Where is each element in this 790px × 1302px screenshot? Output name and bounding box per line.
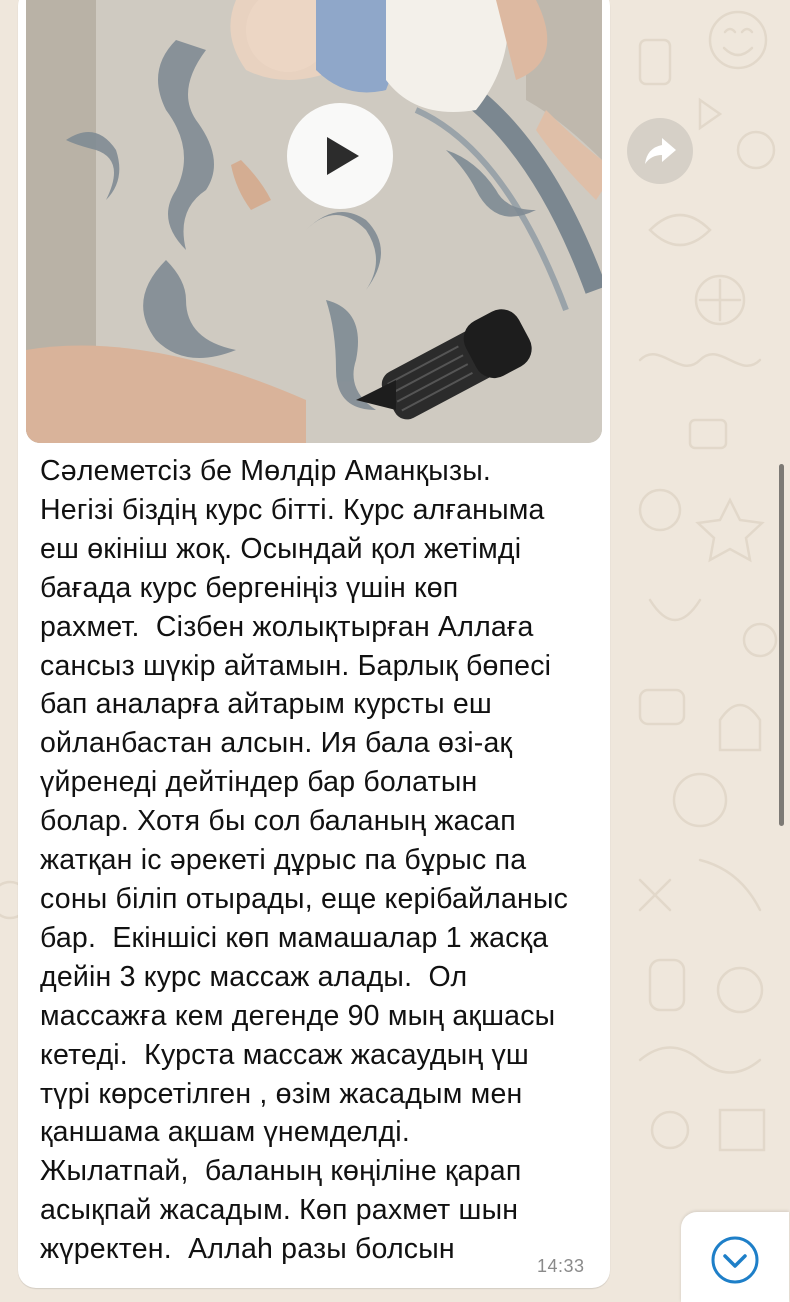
message-timestamp: 14:33 — [537, 1256, 585, 1276]
scrollbar-thumb[interactable] — [779, 464, 784, 826]
forward-icon — [645, 138, 676, 164]
play-button[interactable] — [287, 103, 393, 209]
chevron-down-icon — [711, 1236, 759, 1284]
scroll-to-bottom-button[interactable] — [681, 1212, 789, 1302]
message-text: Сәлеметсіз бе Мөлдір Аманқызы. Негізі бі… — [40, 455, 569, 1266]
play-icon — [327, 137, 359, 175]
video-thumbnail[interactable] — [26, 0, 602, 443]
forward-button[interactable] — [627, 118, 693, 184]
video-frame-image — [26, 0, 602, 443]
